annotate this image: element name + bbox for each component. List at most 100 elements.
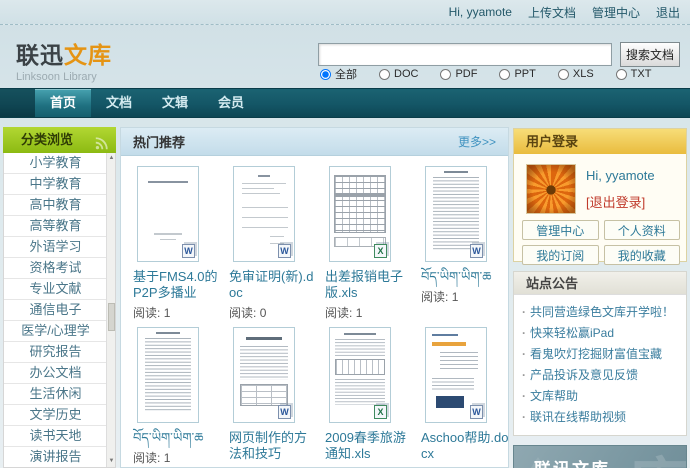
read-count: 阅读: 1: [133, 449, 221, 466]
nav-tab-members[interactable]: 会员: [203, 89, 259, 117]
nav-tab-home[interactable]: 首页: [35, 89, 91, 117]
category-item[interactable]: 资格考试: [4, 258, 115, 279]
category-item[interactable]: 中学教育: [4, 174, 115, 195]
filter-ppt-radio[interactable]: [499, 69, 510, 80]
filter-txt-radio[interactable]: [616, 69, 627, 80]
notice-link[interactable]: 联讯在线帮助视频: [522, 407, 682, 428]
logout-link[interactable]: [退出登录]: [586, 192, 645, 211]
document-grid: W 基于FMS4.0的P2P多播业 阅读: 1 W 免审证明(新).doc 阅读…: [121, 156, 508, 468]
notice-link[interactable]: 快来轻松赢iPad: [522, 323, 682, 344]
filter-all[interactable]: 全部: [320, 66, 357, 82]
search-input[interactable]: [318, 43, 612, 66]
document-card: W བོད་ཡིག་ཡིག་ཆ 阅读: 1: [417, 166, 509, 327]
category-item[interactable]: 医学/心理学: [4, 321, 115, 342]
site-notice-panel: 站点公告 共同营造绿色文库开学啦！ 快来轻松赢iPad 看鬼吹灯挖掘财富值宝藏 …: [513, 271, 687, 436]
nav-tab-docs[interactable]: 文档: [91, 89, 147, 117]
category-item[interactable]: 高中教育: [4, 195, 115, 216]
filter-pdf[interactable]: PDF: [440, 68, 477, 80]
category-item[interactable]: 生活休闲: [4, 384, 115, 405]
document-card: W 免审证明(新).doc 阅读: 0: [225, 166, 321, 327]
document-card: བོད་ཡིག་ཡིག་ཆ 阅读: 1: [129, 327, 225, 468]
word-icon: W: [470, 405, 483, 419]
logo-text: 联迅文库: [16, 36, 112, 70]
admin-center-button[interactable]: 管理中心: [522, 220, 599, 240]
admin-center-link[interactable]: 管理中心: [592, 4, 640, 21]
filter-all-radio[interactable]: [320, 69, 331, 80]
account-buttons: 管理中心 个人资料 我的订阅 我的收藏: [522, 220, 680, 265]
category-item[interactable]: 通信电子: [4, 300, 115, 321]
document-thumbnail[interactable]: W: [137, 166, 199, 262]
word-icon: W: [278, 405, 291, 419]
category-item[interactable]: 外语学习: [4, 237, 115, 258]
document-thumbnail[interactable]: W: [233, 327, 295, 423]
avatar: [526, 164, 576, 214]
document-thumbnail[interactable]: X: [329, 327, 391, 423]
document-title[interactable]: 出差报销电子版.xls: [325, 269, 413, 301]
document-title[interactable]: 2009春季旅游通知.xls: [325, 430, 413, 462]
search-bar: 搜索文档: [318, 42, 680, 67]
filter-pdf-radio[interactable]: [440, 69, 451, 80]
word-icon: W: [278, 244, 291, 258]
category-sidebar: 分类浏览 小学教育 中学教育 高中教育 高等教育 外语学习 资格考试 专业文献 …: [3, 127, 116, 468]
scroll-up-icon[interactable]: ▲: [107, 154, 116, 163]
category-scrollbar[interactable]: ▲ ▼: [106, 153, 115, 467]
my-favorites-button[interactable]: 我的收藏: [604, 245, 681, 265]
document-title[interactable]: 免审证明(新).doc: [229, 269, 317, 301]
panel-title: 热门推荐: [133, 132, 185, 151]
user-login-header: 用户登录: [514, 129, 686, 154]
notice-link[interactable]: 看鬼吹灯挖掘财富值宝藏: [522, 344, 682, 365]
category-header: 分类浏览: [3, 127, 116, 153]
filter-ppt[interactable]: PPT: [499, 68, 535, 80]
scroll-down-icon[interactable]: ▼: [107, 457, 116, 466]
more-link[interactable]: 更多>>: [458, 133, 496, 150]
read-count: 阅读: 0: [229, 304, 317, 321]
filetype-filter: 全部 DOC PDF PPT XLS TXT: [320, 66, 651, 82]
banner-watermark: 库: [628, 445, 687, 468]
read-count: 阅读: 1: [421, 288, 509, 305]
page: Hi, yyamote 上传文档 管理中心 退出 联迅文库 Linksoon L…: [0, 0, 690, 468]
notice-link[interactable]: 产品投诉及意见反馈: [522, 365, 682, 386]
nav-tab-collections[interactable]: 文辑: [147, 89, 203, 117]
document-thumbnail[interactable]: W: [425, 166, 487, 262]
filter-doc-radio[interactable]: [379, 69, 390, 80]
category-item[interactable]: 研究报告: [4, 342, 115, 363]
category-item[interactable]: 专业文献: [4, 279, 115, 300]
document-title[interactable]: 网页制作的方法和技巧: [229, 430, 317, 462]
document-thumbnail[interactable]: W: [233, 166, 295, 262]
search-button[interactable]: 搜索文档: [620, 42, 680, 67]
filter-xls-radio[interactable]: [558, 69, 569, 80]
document-title[interactable]: Aschoo帮助.docx: [421, 430, 509, 462]
filter-doc[interactable]: DOC: [379, 68, 418, 80]
category-item[interactable]: 读书天地: [4, 426, 115, 447]
site-notice-header: 站点公告: [514, 272, 686, 295]
library-banner[interactable]: 库 联讯文库 Linksoon Library: [513, 445, 687, 468]
excel-icon: X: [374, 244, 387, 258]
category-item[interactable]: 小学教育: [4, 153, 115, 174]
document-thumbnail[interactable]: W: [425, 327, 487, 423]
my-subscriptions-button[interactable]: 我的订阅: [522, 245, 599, 265]
scrollbar-thumb[interactable]: [108, 303, 115, 331]
logout-link-top[interactable]: 退出: [656, 4, 680, 21]
user-login-body: Hi, yyamote [退出登录] 管理中心 个人资料 我的订阅 我的收藏: [514, 154, 686, 261]
logo-cn-main: 联迅: [16, 42, 64, 68]
banner-title: 联讯文库: [534, 455, 610, 468]
filter-txt[interactable]: TXT: [616, 68, 652, 80]
document-title[interactable]: 基于FMS4.0的P2P多播业: [133, 269, 221, 301]
hot-recommendations-panel: 热门推荐 更多>> W 基于FMS4.0的P2P多播业 阅读: 1 W 免审证明…: [120, 127, 509, 468]
category-item[interactable]: 办公文档: [4, 363, 115, 384]
upload-doc-link[interactable]: 上传文档: [528, 4, 576, 21]
document-thumbnail[interactable]: [137, 327, 199, 423]
category-title: 分类浏览: [21, 132, 73, 147]
filter-xls[interactable]: XLS: [558, 68, 594, 80]
profile-button[interactable]: 个人资料: [604, 220, 681, 240]
category-list: 小学教育 中学教育 高中教育 高等教育 外语学习 资格考试 专业文献 通信电子 …: [3, 153, 116, 468]
document-title[interactable]: བོད་ཡིག་ཡིག་ཆ: [421, 269, 509, 285]
category-item[interactable]: 演讲报告: [4, 447, 115, 468]
notice-link[interactable]: 文库帮助: [522, 386, 682, 407]
logo: 联迅文库 Linksoon Library: [16, 36, 112, 83]
category-item[interactable]: 高等教育: [4, 216, 115, 237]
document-thumbnail[interactable]: X: [329, 166, 391, 262]
category-item[interactable]: 文学历史: [4, 405, 115, 426]
notice-link[interactable]: 共同营造绿色文库开学啦！: [522, 302, 682, 323]
document-title[interactable]: བོད་ཡིག་ཡིག་ཆ: [133, 430, 221, 446]
